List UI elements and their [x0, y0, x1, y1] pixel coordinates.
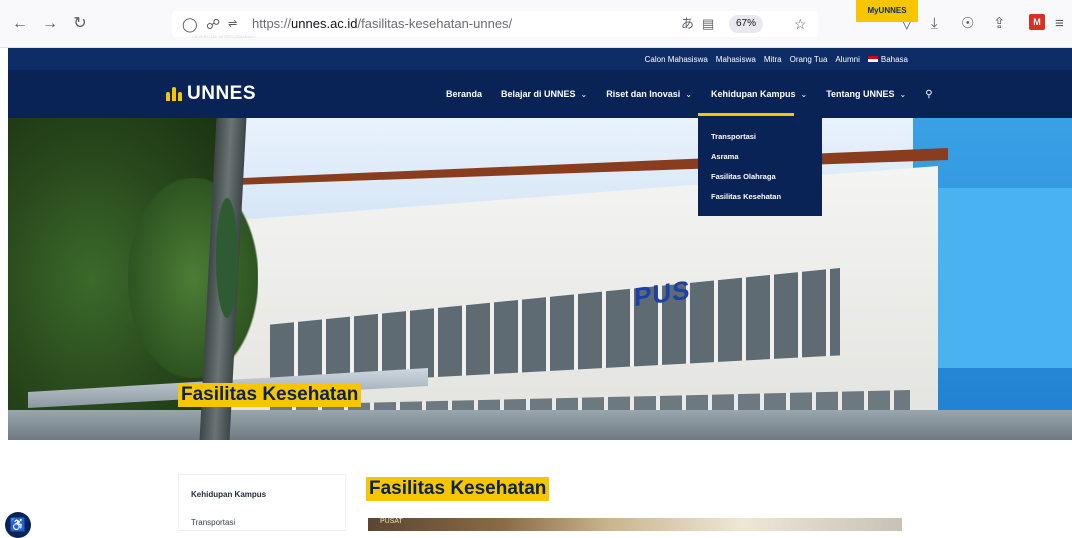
logo-subtitle: UNIVERSITAS NEGERI SEMARANG	[192, 35, 256, 39]
logo-text: UNNES	[187, 83, 257, 104]
permissions-icon[interactable]: ⇌	[228, 14, 237, 34]
forward-icon[interactable]: →	[40, 14, 60, 34]
extension-icon[interactable]: M	[1029, 14, 1045, 30]
dropdown-item-transportasi[interactable]: Transportasi	[698, 127, 822, 147]
utility-links: Calon Mahasiswa Mahasiswa Mitra Orang Tu…	[645, 48, 908, 70]
nav-item-beranda[interactable]: Beranda	[446, 89, 482, 99]
hero-ground	[8, 410, 1072, 440]
nav-item-belajar[interactable]: Belajar di UNNES ⌄	[501, 89, 587, 99]
reader-view-icon[interactable]: ▤	[702, 14, 714, 34]
translate-icon[interactable]: あ	[681, 14, 694, 34]
flag-icon	[867, 56, 878, 63]
utility-bar: Calon Mahasiswa Mahasiswa Mitra Orang Tu…	[8, 48, 1072, 70]
nav-label: Beranda	[446, 89, 483, 99]
sidebar-title: Kehidupan Kampus	[191, 490, 267, 499]
account-icon[interactable]: ☉	[961, 14, 974, 34]
url-domain: unnes.ac.id	[291, 16, 358, 31]
nav-item-kehidupan-kampus[interactable]: Kehidupan Kampus ⌄	[711, 89, 807, 99]
chevron-down-icon: ⌄	[899, 90, 907, 99]
reload-icon[interactable]: ↻	[70, 14, 90, 34]
kehidupan-kampus-dropdown: Transportasi Asrama Fasilitas Olahraga F…	[698, 118, 822, 216]
hero-blue-panel	[938, 188, 1072, 368]
zoom-level[interactable]: 67%	[729, 15, 763, 33]
util-link-alumni[interactable]: Alumni	[835, 55, 859, 64]
content-image	[368, 518, 902, 531]
util-link-orang-tua[interactable]: Orang Tua	[790, 55, 828, 64]
util-link-calon-mahasiswa[interactable]: Calon Mahasiswa	[645, 55, 708, 64]
content-image-sign: PUSAT	[380, 518, 403, 525]
nav-label: Belajar di UNNES	[501, 89, 576, 99]
address-bar[interactable]: ◯ ☍ ⇌ https://unnes.ac.id/fasilitas-kese…	[172, 11, 818, 37]
back-icon[interactable]: ←	[10, 14, 30, 34]
hero-pole-banner	[216, 198, 238, 318]
main-navigation: UNNES Beranda Belajar di UNNES ⌄ Riset da…	[8, 70, 1072, 118]
nav-menu: Beranda Belajar di UNNES ⌄ Riset dan Inov…	[446, 70, 933, 118]
nav-label: Kehidupan Kampus	[710, 89, 796, 99]
url-prefix: https://	[252, 16, 292, 31]
chevron-down-icon: ⌄	[800, 90, 808, 99]
page-title: Fasilitas Kesehatan	[366, 477, 550, 501]
url-text[interactable]: https://unnes.ac.id/fasilitas-kesehatan-…	[252, 16, 512, 31]
language-switch[interactable]: Bahasa	[867, 54, 908, 64]
site-logo[interactable]: UNNES	[165, 82, 256, 106]
dropdown-item-asrama[interactable]: Asrama	[698, 147, 822, 167]
page-edge	[0, 48, 8, 531]
accessibility-icon[interactable]: ♿	[5, 512, 31, 538]
util-link-mahasiswa[interactable]: Mahasiswa	[716, 55, 756, 64]
util-link-mitra[interactable]: Mitra	[764, 55, 782, 64]
hero-title: Fasilitas Kesehatan	[178, 383, 362, 407]
chevron-down-icon: ⌄	[685, 90, 692, 99]
lock-icon[interactable]: ☍	[206, 14, 220, 34]
menu-icon[interactable]: ≡	[1055, 14, 1064, 34]
chevron-down-icon: ⌄	[580, 90, 588, 99]
hero-banner: PUS	[8, 118, 1072, 440]
nav-item-tentang[interactable]: Tentang UNNES ⌄	[826, 89, 906, 99]
language-label: Bahasa	[880, 54, 908, 64]
nav-item-riset[interactable]: Riset dan Inovasi ⌄	[606, 89, 692, 99]
dropdown-item-fasilitas-kesehatan[interactable]: Fasilitas Kesehatan	[698, 187, 822, 207]
shield-icon[interactable]: ◯	[182, 14, 198, 34]
download-icon[interactable]: ⤓	[931, 14, 938, 34]
logo-emblem-icon	[165, 85, 183, 103]
search-icon[interactable]: ⚲	[925, 89, 932, 100]
active-nav-indicator	[698, 113, 794, 116]
bookmark-star-icon[interactable]: ☆	[794, 14, 807, 34]
myunnes-button[interactable]: MyUNNES	[856, 0, 918, 22]
share-icon[interactable]: ⇪	[993, 14, 1006, 34]
nav-label: Tentang UNNES	[826, 89, 895, 99]
sidebar-item-transportasi[interactable]: Transportasi	[191, 518, 235, 527]
url-path: /fasilitas-kesehatan-unnes/	[357, 16, 513, 31]
nav-label: Riset dan Inovasi	[606, 89, 681, 99]
dropdown-item-fasilitas-olahraga[interactable]: Fasilitas Olahraga	[698, 167, 822, 187]
